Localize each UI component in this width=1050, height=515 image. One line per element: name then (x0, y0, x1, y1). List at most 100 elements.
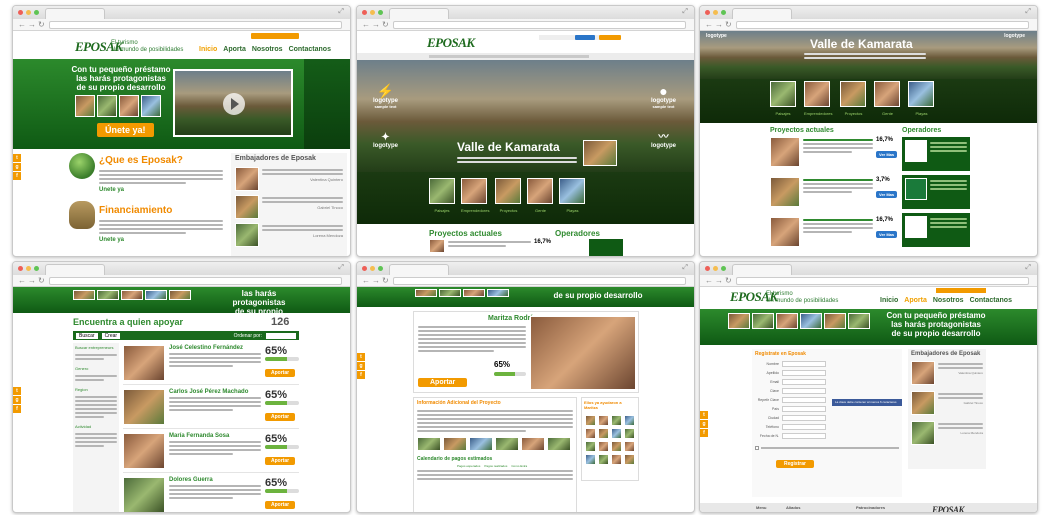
menu-contactanos[interactable]: Contactanos (970, 297, 1012, 304)
url-field[interactable] (49, 21, 342, 29)
fullscreen-icon[interactable]: ⤢ (682, 8, 688, 16)
person-card[interactable]: María Fernanda Sosa 65% Aportar (123, 433, 299, 473)
twitter-icon[interactable]: t (357, 353, 365, 361)
terms-checkbox[interactable] (755, 446, 759, 450)
close-dot-icon[interactable] (705, 266, 710, 271)
close-dot-icon[interactable] (362, 10, 367, 15)
close-dot-icon[interactable] (362, 266, 367, 271)
gallery-item[interactable]: Emprendedores (804, 81, 832, 116)
sort-select[interactable] (266, 332, 296, 339)
facebook-icon[interactable]: f (700, 429, 708, 437)
footer-logo[interactable]: EPOSAK (932, 505, 965, 512)
fullscreen-icon[interactable]: ⤢ (338, 264, 344, 272)
support-button[interactable]: Aportar (265, 413, 296, 421)
filter-button[interactable]: Crear (101, 332, 121, 339)
profile-photo[interactable] (530, 316, 636, 390)
browser-tab[interactable] (732, 8, 792, 19)
menu-contactanos[interactable]: Contactanos (289, 46, 331, 53)
maximize-dot-icon[interactable] (721, 266, 726, 271)
project-item[interactable]: 16,7% Ver Mas (770, 137, 898, 173)
facebook-icon[interactable]: f (357, 371, 365, 379)
play-icon[interactable] (223, 93, 245, 115)
support-button[interactable]: Aportar (265, 501, 296, 509)
project-item[interactable]: 16,7% (429, 239, 551, 253)
support-button[interactable]: Aportar (418, 378, 468, 387)
field-input[interactable] (782, 433, 826, 439)
logo-text[interactable]: EPOSAK (427, 35, 475, 51)
support-button[interactable]: Aportar (265, 457, 296, 465)
menu-aporta[interactable]: Aporta (223, 46, 246, 53)
nav-arrows-icon[interactable]: ←→↻ (705, 20, 734, 29)
maximize-dot-icon[interactable] (34, 10, 39, 15)
operator-card[interactable] (902, 175, 970, 209)
login-button[interactable] (936, 288, 986, 293)
minimize-dot-icon[interactable] (370, 266, 375, 271)
person-name[interactable]: José Celestino Fernández (169, 345, 261, 351)
person-name[interactable]: Carlos José Pérez Machado (169, 389, 261, 395)
twitter-icon[interactable]: t (13, 154, 21, 162)
project-button[interactable]: Ver Mas (876, 151, 898, 158)
browser-tab[interactable] (389, 264, 449, 275)
fullscreen-icon[interactable]: ⤢ (338, 8, 344, 16)
project-item[interactable]: 3,7% Ver Mas (770, 177, 898, 213)
google-icon[interactable]: g (13, 396, 21, 404)
project-button[interactable]: Ver Mas (876, 191, 898, 198)
browser-tab[interactable] (389, 8, 449, 19)
minimize-dot-icon[interactable] (26, 266, 31, 271)
gallery-item[interactable]: Proyectos (495, 178, 522, 213)
twitter-icon[interactable]: t (13, 387, 21, 395)
field-input[interactable] (782, 370, 826, 376)
twitter-icon[interactable]: t (700, 411, 708, 419)
field-input[interactable] (782, 388, 826, 394)
close-dot-icon[interactable] (705, 10, 710, 15)
menu-nosotros[interactable]: Nosotros (933, 297, 964, 304)
fullscreen-icon[interactable]: ⤢ (1025, 264, 1031, 272)
breadcrumb[interactable] (429, 55, 589, 58)
gallery-item[interactable]: Playas (908, 81, 935, 116)
maximize-dot-icon[interactable] (721, 10, 726, 15)
facebook-icon[interactable]: f (13, 405, 21, 413)
person-name[interactable]: María Fernanda Sosa (169, 433, 261, 439)
close-dot-icon[interactable] (18, 266, 23, 271)
nav-arrows-icon[interactable]: ←→↻ (362, 276, 391, 285)
maximize-dot-icon[interactable] (378, 10, 383, 15)
minimize-dot-icon[interactable] (713, 266, 718, 271)
fullscreen-icon[interactable]: ⤢ (682, 264, 688, 272)
nav-arrows-icon[interactable]: ←→↻ (362, 20, 391, 29)
field-input[interactable] (782, 406, 826, 412)
section-link-what[interactable]: Unete ya (99, 187, 124, 193)
project-button[interactable]: Ver Mas (876, 231, 898, 238)
google-icon[interactable]: g (357, 362, 365, 370)
person-name[interactable]: Dolores Guerra (169, 477, 261, 483)
browser-tab[interactable] (45, 264, 105, 275)
minimize-dot-icon[interactable] (26, 10, 31, 15)
url-field[interactable] (393, 277, 686, 285)
menu-inicio[interactable]: Inicio (199, 46, 217, 53)
person-card[interactable]: Carlos José Pérez Machado 65% Aportar (123, 389, 299, 429)
section-link-finance[interactable]: Unete ya (99, 237, 124, 243)
menu-aporta[interactable]: Aporta (904, 297, 927, 304)
maximize-dot-icon[interactable] (34, 266, 39, 271)
login-button[interactable] (251, 33, 299, 39)
field-input[interactable] (782, 397, 826, 403)
operator-card[interactable] (902, 137, 970, 171)
gallery-item[interactable]: Proyectos (840, 81, 867, 116)
fullscreen-icon[interactable]: ⤢ (1025, 8, 1031, 16)
project-item[interactable]: 16,7% Ver Mas (770, 217, 898, 253)
filter-button[interactable]: Buscar (76, 332, 98, 339)
operator-card[interactable] (902, 213, 970, 247)
google-icon[interactable]: g (13, 163, 21, 171)
join-button[interactable]: Únete ya! (97, 123, 154, 137)
nav-arrows-icon[interactable]: ←→↻ (18, 276, 47, 285)
gallery-item[interactable]: Playas (559, 178, 586, 213)
field-input[interactable] (782, 361, 826, 367)
person-card[interactable]: Dolores Guerra 65% Aportar (123, 477, 299, 512)
field-input[interactable] (782, 424, 826, 430)
person-card[interactable]: José Celestino Fernández 65% Aportar (123, 345, 299, 385)
register-button[interactable] (599, 35, 621, 40)
menu-nosotros[interactable]: Nosotros (252, 46, 283, 53)
destination-inset-photo[interactable] (583, 140, 617, 166)
url-field[interactable] (736, 21, 1029, 29)
browser-tab[interactable] (45, 8, 105, 19)
minimize-dot-icon[interactable] (370, 10, 375, 15)
